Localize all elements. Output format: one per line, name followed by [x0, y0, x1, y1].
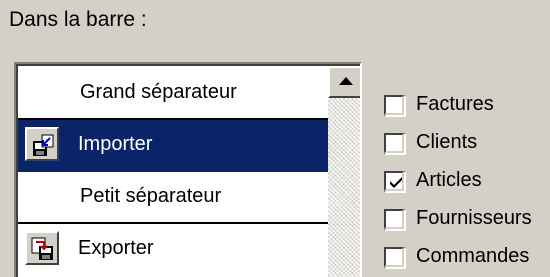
list-item-label: Importer [78, 133, 153, 155]
checkbox-box[interactable] [384, 95, 406, 117]
list-item-exporter[interactable]: Exporter [18, 224, 328, 276]
checkbox-label: Factures [416, 93, 494, 115]
checkbox-box[interactable] [384, 247, 406, 269]
import-icon [25, 127, 59, 161]
list-item-grand-separateur[interactable]: Grand séparateur [18, 68, 328, 120]
checkbox-label: Commandes [416, 245, 530, 267]
section-label: Dans la barre : [9, 8, 147, 31]
checkbox-box[interactable] [384, 133, 406, 155]
list-rows: Grand séparateur Importer Petit séparate… [18, 68, 328, 276]
list-item-petit-separateur[interactable]: Petit séparateur [18, 172, 328, 224]
checkbox-label: Clients [416, 131, 478, 153]
export-icon [25, 231, 59, 265]
checkbox-label: Articles [416, 169, 482, 191]
checkbox-box[interactable] [384, 209, 406, 231]
list-item-label: Grand séparateur [80, 81, 237, 103]
list-item-label: Exporter [78, 237, 154, 259]
scroll-up-button[interactable] [328, 66, 360, 98]
scroll-up-arrow-icon [339, 77, 353, 85]
toolbar-items-listbox[interactable]: Grand séparateur Importer Petit séparate… [14, 62, 362, 277]
list-item-label: Petit séparateur [80, 185, 222, 207]
checkmark-icon [390, 177, 402, 188]
vertical-scrollbar[interactable] [328, 66, 360, 277]
list-item-importer[interactable]: Importer [18, 120, 328, 172]
checkbox-label: Fournisseurs [416, 207, 532, 229]
checkbox-box[interactable] [384, 171, 406, 193]
